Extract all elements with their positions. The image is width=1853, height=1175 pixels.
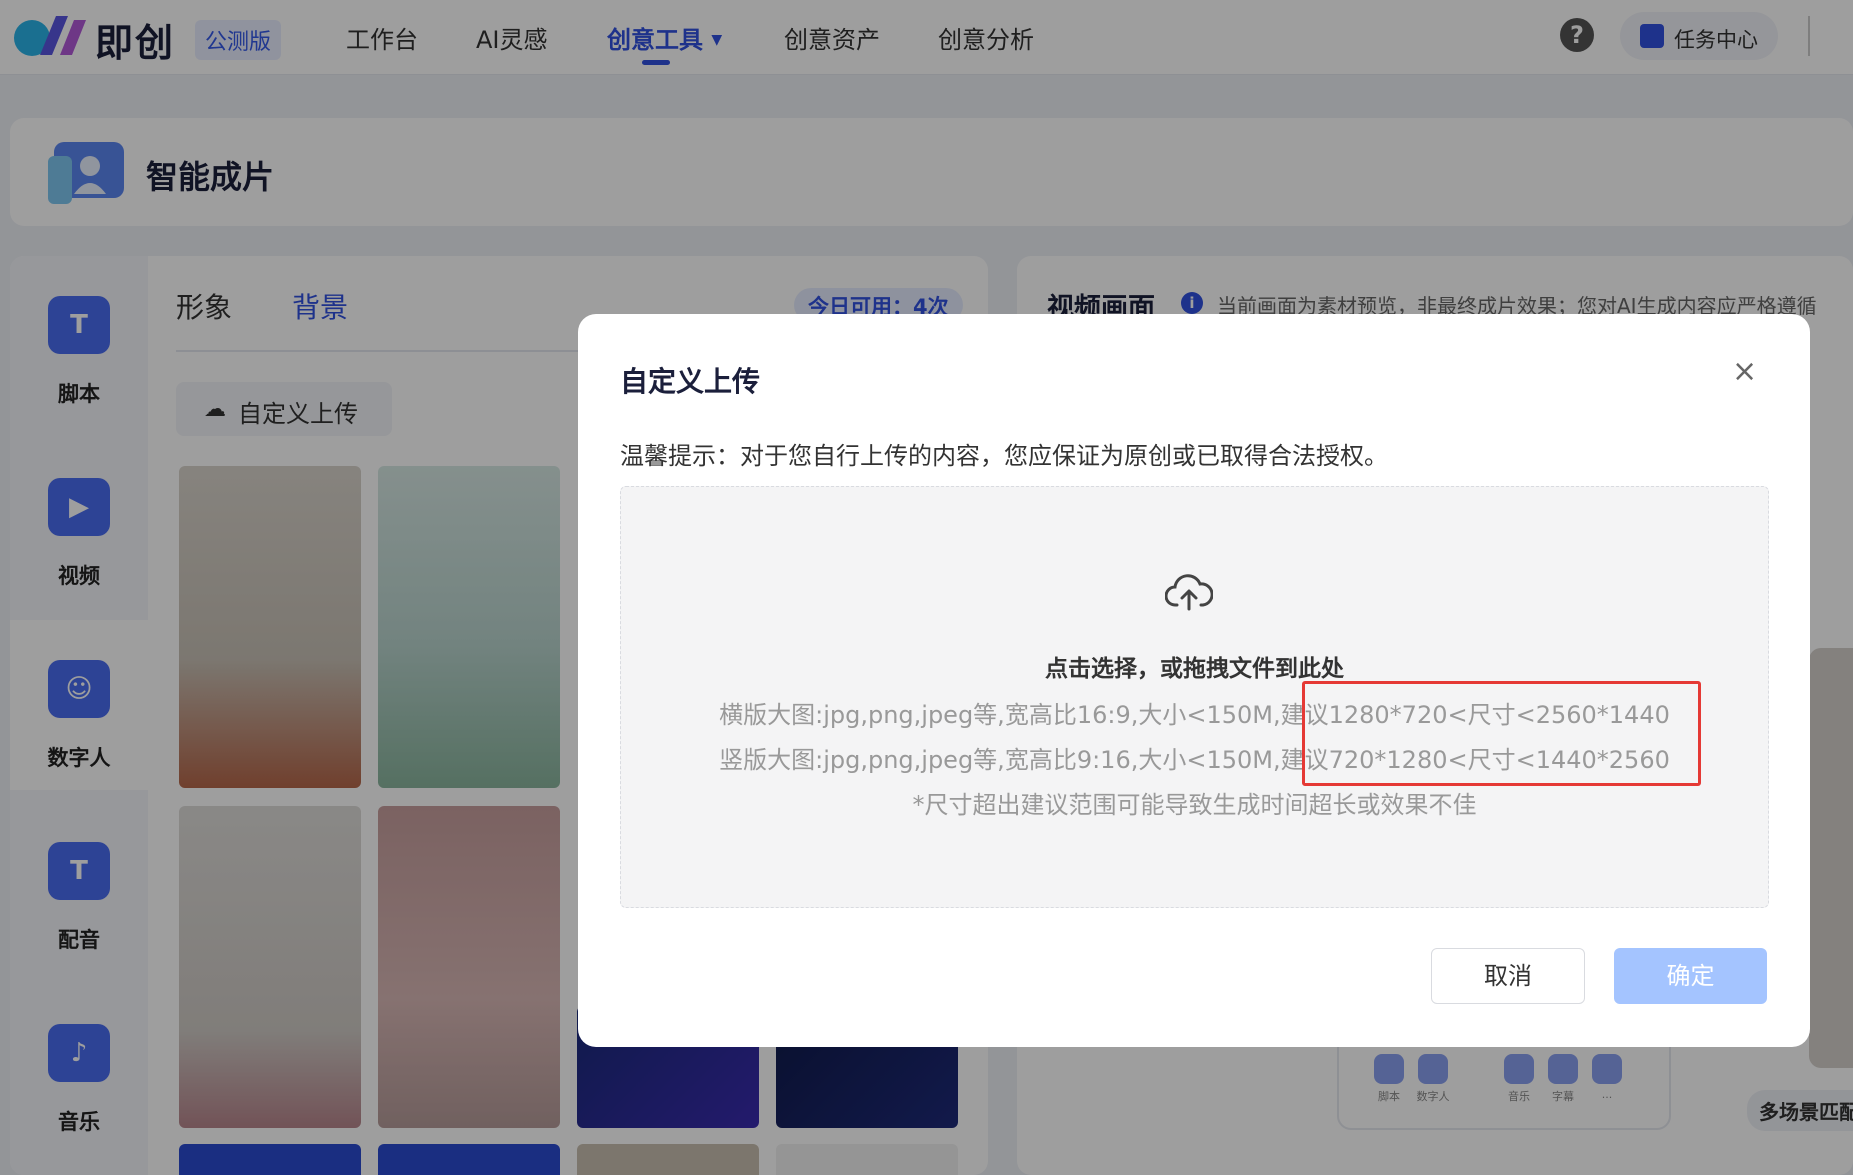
cancel-button[interactable]: 取消	[1431, 948, 1585, 1004]
dropzone-instruction: 点击选择，或拖拽文件到此处	[1045, 656, 1344, 682]
close-icon[interactable]: ×	[1732, 354, 1757, 389]
upload-tip: 温馨提示：对于您自行上传的内容，您应保证为原创或已取得合法授权。	[620, 442, 1388, 470]
dialog-title: 自定义上传	[620, 365, 761, 398]
size-warning: *尺寸超出建议范围可能导致生成时间超长或效果不佳	[912, 791, 1477, 819]
confirm-button[interactable]: 确定	[1614, 948, 1767, 1004]
recommended-size-highlight	[1302, 681, 1701, 786]
cloud-upload-icon	[1165, 574, 1213, 611]
